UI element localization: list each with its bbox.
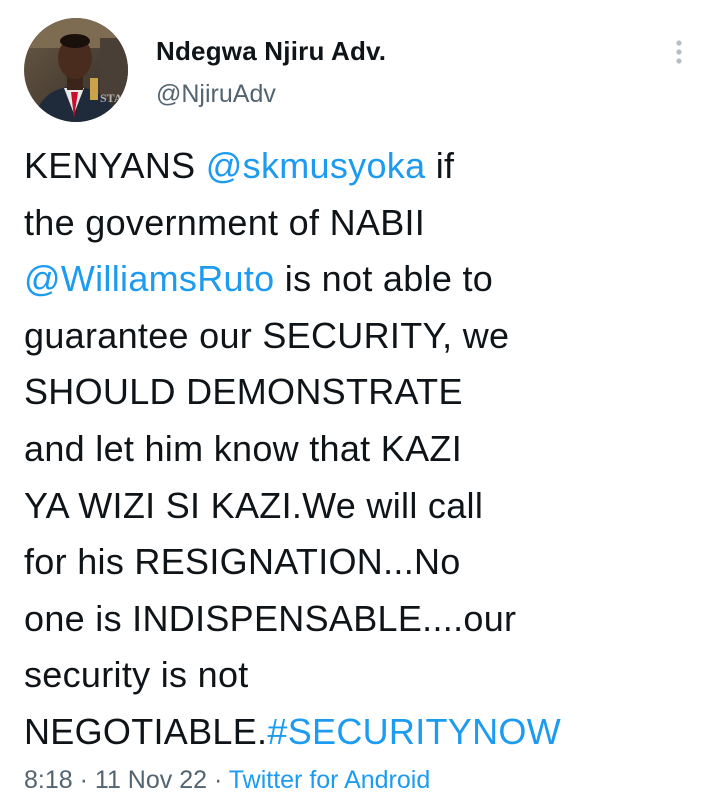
tweet-text-line: NEGOTIABLE.#SECURITYNOW (24, 704, 694, 761)
tweet-text-segment: NEGOTIABLE. (24, 710, 268, 752)
tweet-text-line: @WilliamsRuto is not able to (24, 251, 694, 308)
vertical-ellipsis-icon (676, 40, 682, 64)
tweet-text-line: guarantee our SECURITY, we (24, 308, 694, 365)
tweet-text-segment: the government of NABII (24, 201, 426, 243)
tweet-text-line: KENYANS @skmusyoka if (24, 138, 694, 195)
tweet-text-line: and let him know that KAZI (24, 421, 694, 478)
tweet-text-segment: YA WIZI SI KAZI.We will call (24, 484, 484, 526)
tweet-text-segment: and let him know that KAZI (24, 427, 463, 469)
tweet-text-line: for his RESIGNATION...No (24, 534, 694, 591)
avatar[interactable]: STAR (24, 18, 128, 122)
meta-separator: · (72, 766, 95, 794)
meta-separator: · (207, 766, 229, 794)
tweet-text: KENYANS @skmusyoka if the government of N… (24, 138, 694, 761)
author-handle[interactable]: @NjiruAdv (156, 80, 276, 109)
mention-link[interactable]: @skmusyoka (206, 145, 426, 186)
mention-link[interactable]: @WilliamsRuto (24, 258, 274, 299)
author-display-name[interactable]: Ndegwa Njiru Adv. (156, 36, 386, 67)
tweet-text-segment: if (425, 145, 455, 186)
tweet-text-segment: KENYANS (24, 145, 206, 186)
tweet-text-line: one is INDISPENSABLE....our (24, 591, 694, 648)
tweet-text-segment: for his RESIGNATION...No (24, 541, 461, 583)
tweet-text-line: SHOULD DEMONSTRATE (24, 364, 694, 421)
avatar-photo: STAR (24, 18, 128, 122)
tweet-text-segment: one is INDISPENSABLE....our (24, 597, 517, 639)
tweet-text-line: the government of NABII (24, 195, 694, 252)
more-options-button[interactable] (662, 32, 696, 72)
hashtag-link[interactable]: #SECURITYNOW (267, 711, 561, 752)
tweet-card: STAR Ndegwa Njiru Adv. @NjiruAdv KENYANS… (0, 0, 720, 812)
tweet-time[interactable]: 8:18 (24, 766, 73, 794)
tweet-text-segment: guarantee our SECURITY, we (24, 314, 510, 356)
tweet-text-segment: security is not (24, 654, 249, 696)
avatar-watermark: STAR (100, 91, 128, 105)
tweet-metadata: 8:18 · 11 Nov 22 · Twitter for Android (24, 766, 430, 795)
tweet-text-segment: SHOULD DEMONSTRATE (24, 371, 463, 413)
tweet-source-link[interactable]: Twitter for Android (229, 766, 430, 794)
tweet-text-line: YA WIZI SI KAZI.We will call (24, 478, 694, 535)
tweet-text-line: security is not (24, 647, 694, 704)
tweet-text-segment: is not able to (274, 258, 494, 300)
tweet-date[interactable]: 11 Nov 22 (95, 766, 207, 794)
